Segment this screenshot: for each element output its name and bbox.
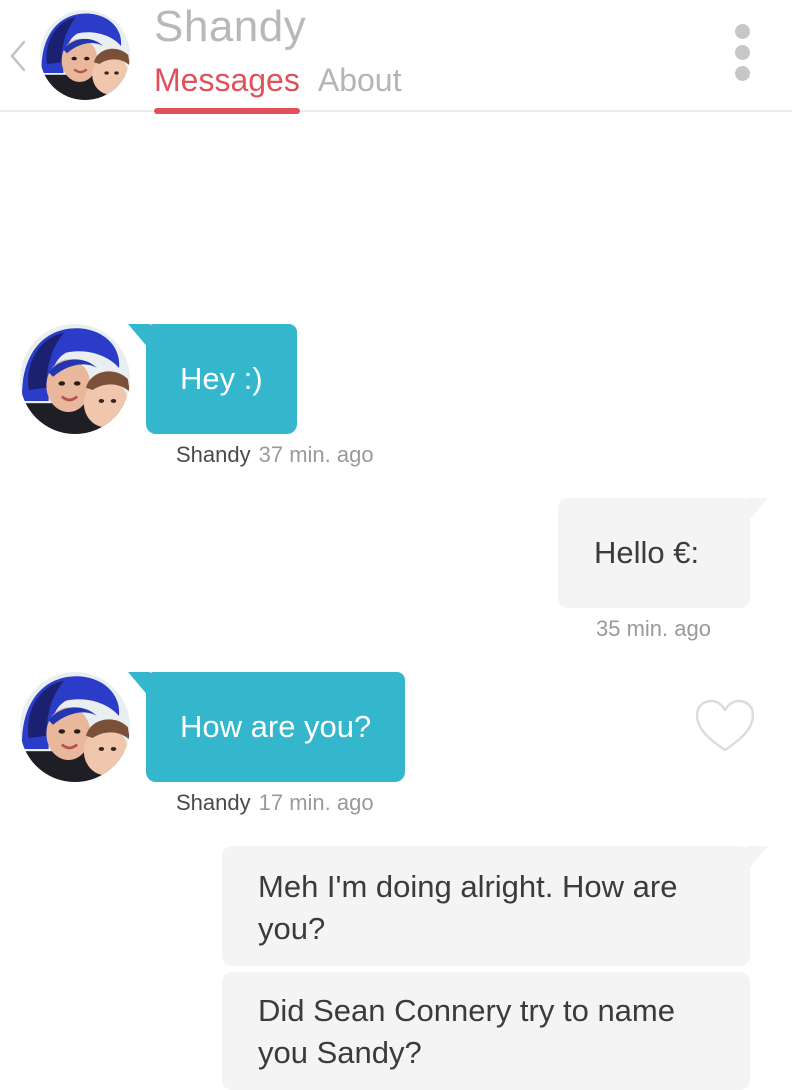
message-time: 17 min. ago <box>258 790 374 815</box>
message-bubble-outgoing[interactable]: Meh I'm doing alright. How are you? <box>222 846 750 966</box>
tab-messages[interactable]: Messages <box>154 62 300 114</box>
message-bubble-incoming[interactable]: How are you? <box>146 672 406 782</box>
message-bubble-outgoing[interactable]: Hello €: <box>558 498 750 608</box>
avatar[interactable] <box>20 324 130 434</box>
more-vertical-icon <box>728 24 756 81</box>
tab-about[interactable]: About <box>318 62 402 112</box>
chat-screen: Shandy Messages About Hey :) Shandy 37 mi… <box>0 0 792 1090</box>
message-text: Meh I'm doing alright. How are you? <box>258 869 678 946</box>
heart-outline-icon <box>695 699 755 752</box>
like-button[interactable] <box>694 698 756 754</box>
chat-header: Shandy Messages About <box>0 0 792 114</box>
back-button[interactable] <box>6 38 30 74</box>
avatar[interactable] <box>20 672 130 782</box>
avatar[interactable] <box>40 10 130 100</box>
message-meta: Shandy 37 min. ago <box>176 442 374 468</box>
contact-name: Shandy <box>154 2 307 51</box>
message-text: How are you? <box>180 709 372 744</box>
message-meta: Shandy 17 min. ago <box>176 790 374 816</box>
message-text: Hey :) <box>180 361 263 396</box>
message-bubble-incoming[interactable]: Hey :) <box>146 324 297 434</box>
header-tabs: Messages About <box>154 62 419 114</box>
message-text: Did Sean Connery try to name you Sandy? <box>258 993 675 1070</box>
chevron-left-icon <box>10 40 26 72</box>
message-time: 35 min. ago <box>596 616 711 641</box>
message-sender: Shandy <box>176 442 251 467</box>
message-sender: Shandy <box>176 790 251 815</box>
more-options-button[interactable] <box>728 24 756 84</box>
message-time: 37 min. ago <box>258 442 374 467</box>
message-text: Hello €: <box>594 535 700 570</box>
message-bubble-outgoing[interactable]: Did Sean Connery try to name you Sandy? <box>222 972 750 1090</box>
